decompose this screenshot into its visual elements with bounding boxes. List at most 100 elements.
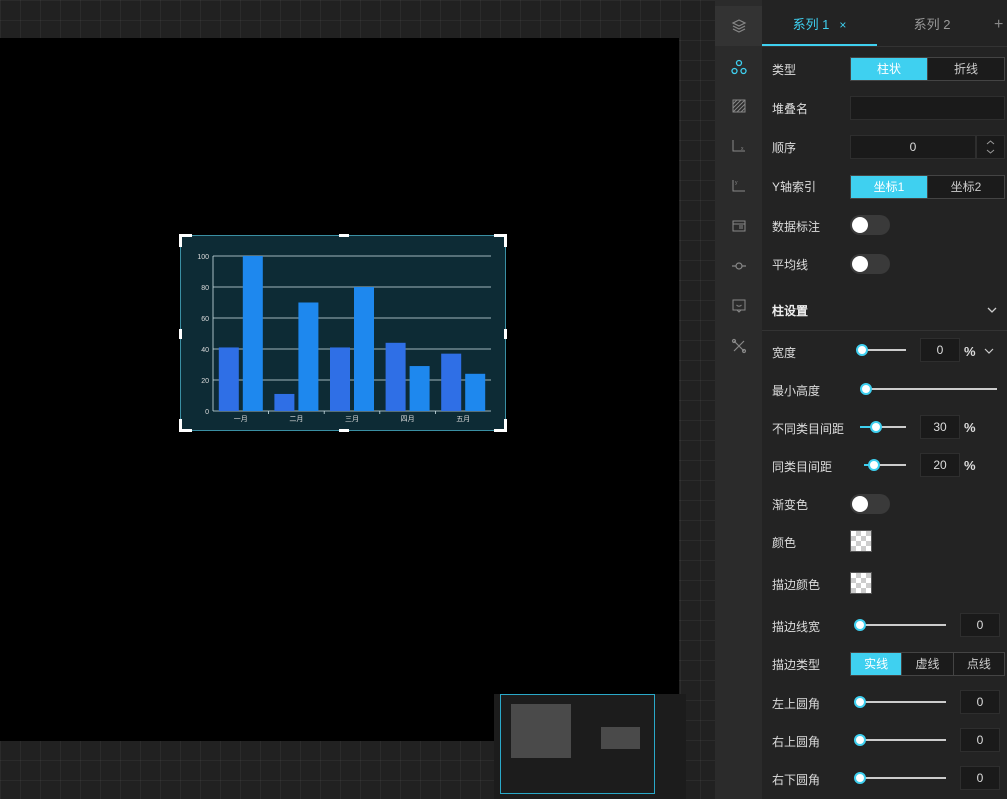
- settings-panel: 系列 1 × 系列 2 + 类型 柱状 折线 堆叠名 顺序 0 Y轴索引 坐标1 …: [762, 0, 1007, 799]
- border-width-input[interactable]: 0: [960, 613, 1000, 637]
- y-tick-label: 100: [197, 254, 209, 261]
- resize-handle-right[interactable]: [504, 329, 507, 339]
- order-stepper[interactable]: [976, 135, 1005, 159]
- minimap-viewport[interactable]: [500, 694, 655, 794]
- yindex-selector: 坐标1 坐标2: [850, 175, 1005, 199]
- radius-bottom-right-input[interactable]: 0: [960, 766, 1000, 790]
- x-tick-label: 三月: [345, 415, 359, 423]
- bar: [385, 342, 406, 411]
- border-type-selector: 实线 虚线 点线: [850, 652, 1005, 676]
- color-picker[interactable]: [850, 530, 872, 552]
- width-input[interactable]: 0: [920, 338, 960, 362]
- layers-icon[interactable]: [715, 6, 762, 46]
- border-dotted-option[interactable]: 点线: [952, 653, 1004, 675]
- resize-handle-top-left[interactable]: [179, 234, 192, 247]
- min-height-label: 最小高度: [772, 384, 821, 398]
- tab-label: 系列 1: [792, 17, 830, 32]
- width-unit: %: [964, 344, 976, 359]
- resize-handle-bottom-left[interactable]: [179, 419, 192, 432]
- width-label: 宽度: [772, 346, 797, 360]
- radius-top-left-input[interactable]: 0: [960, 690, 1000, 714]
- y-tick-label: 80: [201, 285, 209, 292]
- gradient-toggle[interactable]: [850, 494, 890, 514]
- x-tick-label: 二月: [289, 415, 303, 423]
- grid-icon[interactable]: [727, 94, 751, 118]
- close-icon[interactable]: ×: [839, 18, 846, 32]
- width-slider[interactable]: [856, 344, 906, 356]
- radius-top-right-input[interactable]: 0: [960, 728, 1000, 752]
- border-width-slider[interactable]: [854, 619, 946, 631]
- x-tick-label: 四月: [401, 415, 415, 423]
- series-tabs: 系列 1 × 系列 2 +: [762, 0, 1007, 47]
- category-gap-slider[interactable]: [860, 421, 906, 433]
- y-tick-label: 20: [201, 378, 209, 385]
- marker-icon[interactable]: [727, 254, 751, 278]
- radius-bottom-right-label: 右下圆角: [772, 773, 821, 787]
- chart-component[interactable]: 0 20 40 60 80 100 一月 二月 三月 四月 五月: [179, 234, 507, 432]
- stack-input[interactable]: [850, 96, 1005, 120]
- minimap-chart-block: [601, 727, 640, 749]
- type-line-option[interactable]: 折线: [927, 58, 1004, 80]
- bar-settings-title: 柱设置: [772, 304, 809, 318]
- border-type-label: 描边类型: [772, 658, 821, 672]
- resize-handle-top[interactable]: [339, 234, 349, 237]
- yindex-label: Y轴索引: [772, 180, 817, 194]
- order-input[interactable]: 0: [850, 135, 976, 159]
- avg-line-toggle[interactable]: [850, 254, 890, 274]
- avg-line-label: 平均线: [772, 258, 809, 272]
- radius-top-left-label: 左上圆角: [772, 697, 821, 711]
- radius-top-right-label: 右上圆角: [772, 735, 821, 749]
- bar: [465, 373, 486, 411]
- bar: [274, 393, 295, 411]
- legend-icon[interactable]: [727, 214, 751, 238]
- tooltip-icon[interactable]: [727, 294, 751, 318]
- yindex-axis2-option[interactable]: 坐标2: [927, 176, 1004, 198]
- yindex-axis1-option[interactable]: 坐标1: [851, 176, 927, 198]
- minimap-canvas-block: [511, 704, 571, 758]
- color-label: 颜色: [772, 536, 797, 550]
- resize-handle-left[interactable]: [179, 329, 182, 339]
- same-gap-input[interactable]: 20: [920, 453, 960, 477]
- icon-rail: x y: [715, 0, 762, 799]
- type-selector: 柱状 折线: [850, 57, 1005, 81]
- bar-chart: 0 20 40 60 80 100 一月 二月 三月 四月 五月: [197, 254, 491, 423]
- resize-handle-bottom-right[interactable]: [494, 419, 507, 432]
- y-axis-icon[interactable]: y: [727, 174, 751, 198]
- bar: [298, 302, 319, 411]
- tab-series-1[interactable]: 系列 1 ×: [762, 0, 877, 46]
- bar: [409, 366, 430, 411]
- bar: [218, 347, 239, 411]
- x-axis-icon[interactable]: x: [727, 134, 751, 158]
- tab-series-2[interactable]: 系列 2: [877, 0, 987, 46]
- radius-top-left-slider[interactable]: [854, 696, 946, 708]
- chevron-down-icon[interactable]: [983, 346, 995, 356]
- radius-top-right-slider[interactable]: [854, 734, 946, 746]
- category-gap-input[interactable]: 30: [920, 415, 960, 439]
- type-bar-option[interactable]: 柱状: [851, 58, 927, 80]
- bar: [242, 256, 263, 411]
- same-gap-unit: %: [964, 458, 976, 473]
- same-gap-label: 同类目间距: [772, 460, 833, 474]
- y-tick-label: 0: [205, 409, 209, 416]
- x-tick-label: 一月: [234, 415, 248, 423]
- add-icon[interactable]: +: [994, 0, 1007, 46]
- bar-settings-header[interactable]: 柱设置: [762, 290, 1007, 331]
- min-height-slider[interactable]: [860, 383, 997, 395]
- gradient-label: 渐变色: [772, 498, 809, 512]
- tools-icon[interactable]: [727, 334, 751, 358]
- border-color-picker[interactable]: [850, 572, 872, 594]
- svg-text:y: y: [735, 180, 738, 186]
- resize-handle-top-right[interactable]: [494, 234, 507, 247]
- y-tick-label: 40: [201, 347, 209, 354]
- series-icon[interactable]: [727, 55, 751, 79]
- radius-bottom-right-slider[interactable]: [854, 772, 946, 784]
- same-gap-slider[interactable]: [864, 459, 906, 471]
- resize-handle-bottom[interactable]: [339, 429, 349, 432]
- type-label: 类型: [772, 63, 797, 77]
- minimap[interactable]: [494, 694, 686, 799]
- chevron-down-icon: [987, 307, 997, 313]
- tab-label: 系列 2: [913, 17, 951, 32]
- border-solid-option[interactable]: 实线: [851, 653, 902, 675]
- border-dashed-option[interactable]: 虚线: [901, 653, 952, 675]
- data-label-toggle[interactable]: [850, 215, 890, 235]
